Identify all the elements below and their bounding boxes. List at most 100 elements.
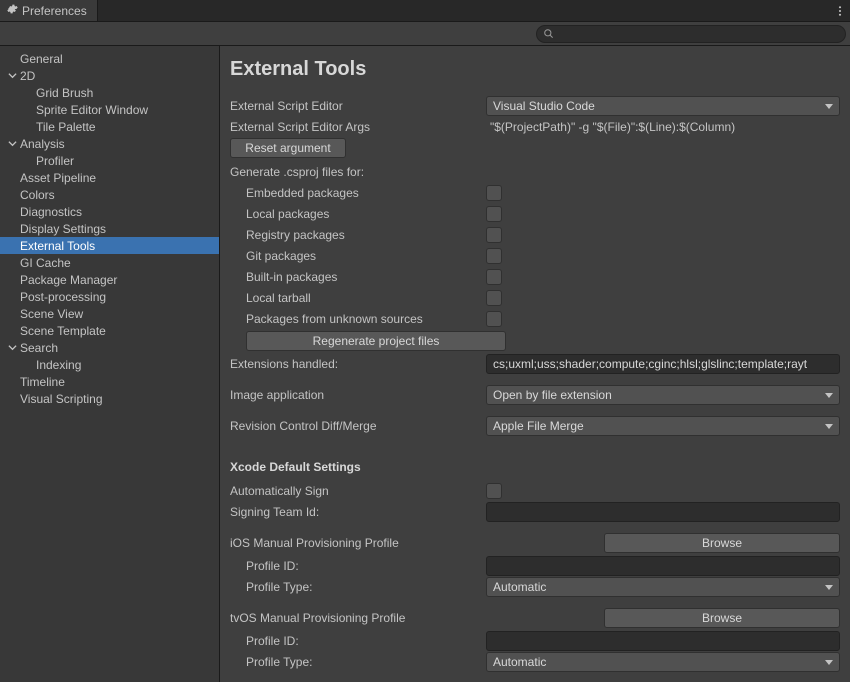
sidebar-item-gi-cache[interactable]: GI Cache (0, 254, 219, 271)
sidebar-item-timeline[interactable]: Timeline (0, 373, 219, 390)
sidebar-item-label: Colors (20, 188, 55, 202)
image-application-label: Image application (230, 388, 486, 402)
sidebar-item-asset-pipeline[interactable]: Asset Pipeline (0, 169, 219, 186)
sidebar-item-package-manager[interactable]: Package Manager (0, 271, 219, 288)
tvos-profile-type-label: Profile Type: (230, 655, 486, 669)
sidebar-item-external-tools[interactable]: External Tools (0, 237, 219, 254)
page-title: External Tools (230, 58, 840, 81)
csproj-option-checkbox[interactable] (486, 269, 502, 285)
tab-bar: Preferences (0, 0, 850, 22)
csproj-option-checkbox[interactable] (486, 248, 502, 264)
sidebar-item-display-settings[interactable]: Display Settings (0, 220, 219, 237)
sidebar-item-profiler[interactable]: Profiler (0, 152, 219, 169)
csproj-option-label: Embedded packages (230, 186, 486, 200)
tab-context-menu[interactable] (830, 0, 850, 21)
csproj-option-label: Git packages (230, 249, 486, 263)
sidebar-item-label: Sprite Editor Window (36, 103, 148, 117)
sidebar-item-scene-template[interactable]: Scene Template (0, 322, 219, 339)
sidebar-item-search[interactable]: Search (0, 339, 219, 356)
sidebar-item-label: GI Cache (20, 256, 71, 270)
external-script-editor-label: External Script Editor (230, 99, 486, 113)
auto-sign-checkbox[interactable] (486, 483, 502, 499)
sidebar-item-label: Tile Palette (36, 120, 96, 134)
auto-sign-label: Automatically Sign (230, 484, 486, 498)
search-field[interactable] (536, 25, 846, 43)
sidebar-item-label: Package Manager (20, 273, 117, 287)
generate-csproj-heading: Generate .csproj files for: (230, 165, 486, 179)
sidebar-item-label: Grid Brush (36, 86, 93, 100)
sidebar-item-label: External Tools (20, 239, 95, 253)
main-panel: External Tools External Script Editor Vi… (220, 46, 850, 682)
sidebar-item-label: General (20, 52, 63, 66)
tab-preferences[interactable]: Preferences (0, 0, 98, 21)
csproj-option-checkbox[interactable] (486, 290, 502, 306)
sidebar-item-analysis[interactable]: Analysis (0, 135, 219, 152)
search-input[interactable] (558, 28, 839, 40)
tvos-browse-button[interactable]: Browse (604, 608, 840, 628)
sidebar-item-visual-scripting[interactable]: Visual Scripting (0, 390, 219, 407)
csproj-option-checkbox[interactable] (486, 206, 502, 222)
vertical-dots-icon (834, 5, 846, 17)
csproj-option-checkbox[interactable] (486, 311, 502, 327)
sidebar-item-label: Visual Scripting (20, 392, 103, 406)
ios-provisioning-heading: iOS Manual Provisioning Profile (230, 536, 600, 550)
sidebar-item-post-processing[interactable]: Post-processing (0, 288, 219, 305)
reset-argument-button[interactable]: Reset argument (230, 138, 346, 158)
csproj-option-checkbox[interactable] (486, 185, 502, 201)
chevron-down-icon[interactable] (6, 342, 18, 354)
sidebar-item-label: Scene View (20, 307, 83, 321)
external-script-editor-args-label: External Script Editor Args (230, 120, 486, 134)
ios-browse-button[interactable]: Browse (604, 533, 840, 553)
sidebar-item-label: Diagnostics (20, 205, 82, 219)
sidebar-item-label: Display Settings (20, 222, 106, 236)
sidebar-item-grid-brush[interactable]: Grid Brush (0, 84, 219, 101)
sidebar-item-label: Asset Pipeline (20, 171, 96, 185)
sidebar-item-label: Profiler (36, 154, 74, 168)
ios-profile-type-label: Profile Type: (230, 580, 486, 594)
sidebar-item-2d[interactable]: 2D (0, 67, 219, 84)
chevron-down-icon[interactable] (6, 138, 18, 150)
sidebar-item-tile-palette[interactable]: Tile Palette (0, 118, 219, 135)
sidebar-item-indexing[interactable]: Indexing (0, 356, 219, 373)
csproj-option-label: Built-in packages (230, 270, 486, 284)
sidebar-item-label: Timeline (20, 375, 65, 389)
sidebar-item-label: Indexing (36, 358, 81, 372)
dropdown-value: Automatic (493, 580, 546, 594)
sidebar-item-sprite-editor-window[interactable]: Sprite Editor Window (0, 101, 219, 118)
sidebar-item-label: 2D (20, 69, 35, 83)
ios-profile-id-input[interactable] (486, 556, 840, 576)
sidebar-item-scene-view[interactable]: Scene View (0, 305, 219, 322)
sidebar-item-label: Scene Template (20, 324, 106, 338)
revision-control-label: Revision Control Diff/Merge (230, 419, 486, 433)
extensions-handled-input[interactable] (486, 354, 840, 374)
tab-label: Preferences (22, 4, 87, 18)
dropdown-value: Open by file extension (493, 388, 612, 402)
regenerate-project-files-button[interactable]: Regenerate project files (246, 331, 506, 351)
csproj-option-checkbox[interactable] (486, 227, 502, 243)
external-script-editor-dropdown[interactable]: Visual Studio Code (486, 96, 840, 116)
dropdown-value: Apple File Merge (493, 419, 584, 433)
image-application-dropdown[interactable]: Open by file extension (486, 385, 840, 405)
external-script-editor-args-value: "$(ProjectPath)" -g "$(File)":$(Line):$(… (486, 120, 735, 134)
signing-team-label: Signing Team Id: (230, 505, 486, 519)
sidebar-item-diagnostics[interactable]: Diagnostics (0, 203, 219, 220)
dropdown-value: Automatic (493, 655, 546, 669)
sidebar-item-colors[interactable]: Colors (0, 186, 219, 203)
xcode-section-heading: Xcode Default Settings (230, 460, 840, 474)
tvos-profile-type-dropdown[interactable]: Automatic (486, 652, 840, 672)
dropdown-value: Visual Studio Code (493, 99, 595, 113)
chevron-down-icon[interactable] (6, 70, 18, 82)
signing-team-input[interactable] (486, 502, 840, 522)
ios-profile-type-dropdown[interactable]: Automatic (486, 577, 840, 597)
revision-control-dropdown[interactable]: Apple File Merge (486, 416, 840, 436)
tvos-provisioning-heading: tvOS Manual Provisioning Profile (230, 611, 600, 625)
ios-profile-id-label: Profile ID: (230, 559, 486, 573)
sidebar: General 2DGrid Brush Sprite Editor Window T… (0, 46, 220, 682)
gear-icon (6, 3, 18, 18)
sidebar-item-label: Analysis (20, 137, 65, 151)
extensions-handled-label: Extensions handled: (230, 357, 486, 371)
sidebar-item-label: Post-processing (20, 290, 106, 304)
csproj-option-label: Registry packages (230, 228, 486, 242)
tvos-profile-id-input[interactable] (486, 631, 840, 651)
sidebar-item-general[interactable]: General (0, 50, 219, 67)
